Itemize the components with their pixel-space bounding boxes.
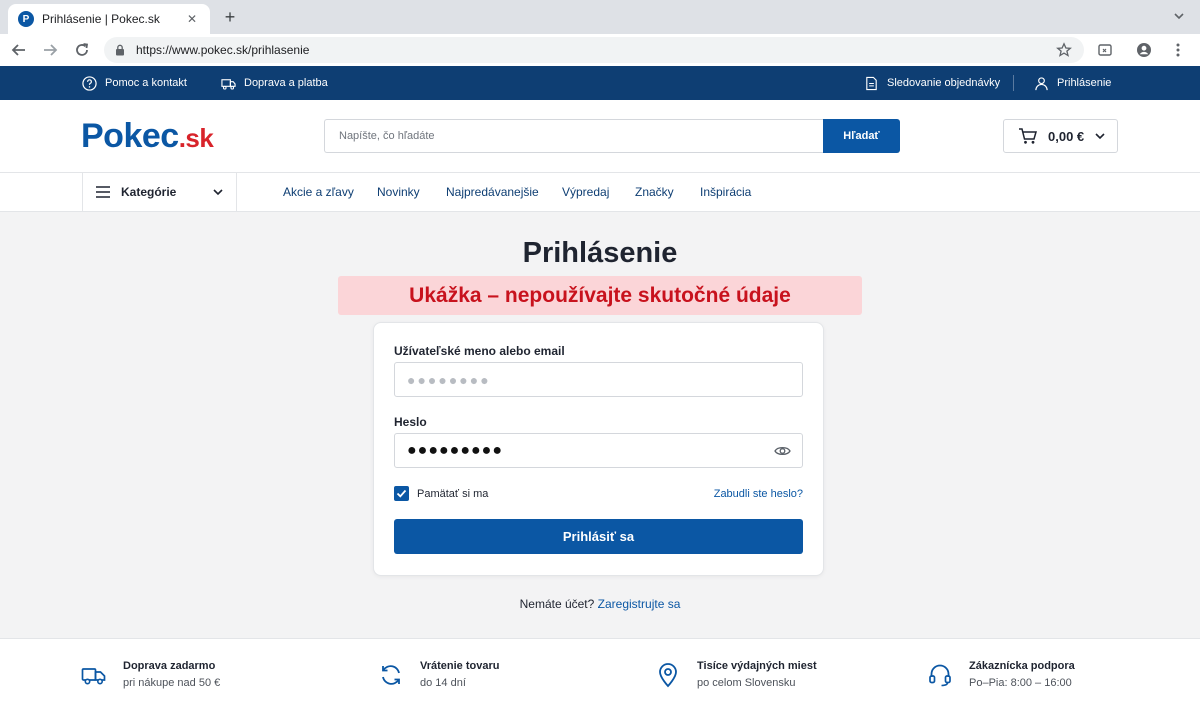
demo-warning-banner: Ukážka – nepoužívajte skutočné údaje — [338, 276, 862, 315]
cart-button[interactable]: 0,00 € — [1003, 119, 1118, 153]
topbar-divider — [1013, 75, 1014, 91]
reload-icon[interactable] — [73, 41, 91, 59]
favicon-icon: P — [18, 11, 34, 27]
benefit-title: Doprava zadarmo — [123, 660, 216, 672]
kebab-menu-icon[interactable] — [1170, 42, 1186, 58]
tab-title: Prihlásenie | Pokec.sk — [42, 12, 160, 26]
nav-link-novinky[interactable]: Novinky — [377, 173, 420, 211]
order-tracking-label: Sledovanie objednávky — [887, 77, 1001, 89]
bookmark-star-icon[interactable] — [1056, 42, 1072, 58]
login-link-label: Prihlásenie — [1057, 77, 1112, 89]
new-tab-icon[interactable]: + — [220, 7, 240, 27]
truck-icon — [81, 668, 106, 685]
search-placeholder: Napíšte, čo hľadáte — [339, 130, 435, 142]
categories-dropdown[interactable]: Kategórie — [82, 173, 237, 211]
help-contact-link[interactable]: Pomoc a kontakt — [82, 66, 187, 100]
no-account-text: Nemáte účet? — [519, 597, 595, 611]
benefit-free-shipping: Doprava zadarmo pri nákupe nad 50 € — [81, 660, 220, 689]
site-logo[interactable]: Pokec.sk — [81, 117, 214, 156]
help-circle-icon — [82, 75, 97, 91]
login-submit-button[interactable]: Prihlásiť sa — [394, 519, 803, 554]
nav-link-akcie[interactable]: Akcie a zľavy — [283, 173, 354, 211]
logo-tld-text: .sk — [178, 123, 214, 153]
login-link[interactable]: Prihlásenie — [1034, 66, 1111, 100]
search-input[interactable]: Napíšte, čo hľadáte — [324, 119, 824, 153]
document-icon — [866, 76, 877, 90]
profile-icon[interactable] — [1136, 42, 1152, 58]
benefit-subtitle: Po–Pia: 8:00 – 16:00 — [969, 677, 1072, 689]
shipping-payment-link[interactable]: Doprava a platba — [221, 66, 328, 100]
forward-arrow-icon[interactable] — [41, 41, 59, 59]
search-button[interactable]: Hľadať — [823, 119, 900, 153]
username-label: Užívateľské meno alebo email — [394, 344, 565, 358]
nav-link-vypredaj[interactable]: Výpredaj — [562, 173, 609, 211]
tab-search-chevron-icon[interactable] — [1172, 9, 1186, 23]
password-masked-value: ●●●●●●●●● — [407, 441, 503, 459]
refresh-icon — [382, 665, 400, 685]
page-title: Prihlásenie — [522, 237, 678, 269]
cart-icon — [1019, 128, 1037, 144]
hamburger-menu-icon — [96, 186, 110, 198]
benefit-subtitle: do 14 dní — [420, 677, 466, 689]
order-tracking-link[interactable]: Sledovanie objednávky — [864, 66, 1000, 100]
password-label: Heslo — [394, 415, 427, 429]
remember-me-label: Pamätať si ma — [417, 487, 489, 500]
login-form: Užívateľské meno alebo email ●●●●●●●● He… — [373, 322, 824, 576]
nav-link-inspiracia[interactable]: Inšpirácia — [700, 173, 751, 211]
site-header: Pokec.sk Napíšte, čo hľadáte Hľadať 0,00… — [0, 100, 1200, 172]
lock-icon — [116, 44, 124, 56]
browser-tab-strip: P Prihlásenie | Pokec.sk ✕ + — [0, 0, 1200, 34]
remember-me-checkbox[interactable] — [394, 486, 409, 501]
categories-label: Kategórie — [121, 185, 177, 199]
url-text: https://www.pokec.sk/prihlasenie — [136, 43, 310, 57]
benefit-subtitle: pri nákupe nad 50 € — [123, 677, 221, 689]
nav-link-najpredavanejsie[interactable]: Najpredávanejšie — [446, 173, 539, 211]
back-arrow-icon[interactable] — [10, 41, 28, 59]
nav-link-znacky[interactable]: Značky — [635, 173, 674, 211]
benefit-subtitle: po celom Slovensku — [697, 677, 796, 689]
benefit-returns: Vrátenie tovaru do 14 dní — [378, 660, 499, 689]
benefit-customer-support: Zákaznícka podpora Po–Pia: 8:00 – 16:00 — [927, 660, 1075, 689]
username-field[interactable]: ●●●●●●●● — [394, 362, 803, 397]
forgot-password-link[interactable]: Zabudli ste heslo? — [714, 488, 803, 500]
cart-total: 0,00 € — [1048, 128, 1085, 144]
chevron-down-icon — [213, 189, 223, 196]
username-masked-value: ●●●●●●●● — [407, 371, 491, 388]
headset-icon — [929, 664, 951, 687]
show-password-eye-icon[interactable] — [774, 444, 791, 458]
benefits-bar: Doprava zadarmo pri nákupe nad 50 € Vrát… — [0, 638, 1200, 720]
benefit-title: Zákaznícka podpora — [969, 660, 1075, 672]
checkmark-icon — [396, 489, 407, 498]
category-nav: Kategórie Akcie a zľavy Novinky Najpredá… — [0, 172, 1200, 212]
url-bar[interactable]: https://www.pokec.sk/prihlasenie — [104, 37, 1084, 63]
benefit-title: Tisíce výdajných miest — [697, 660, 817, 672]
chevron-down-icon — [1095, 133, 1105, 140]
benefit-pickup-points: Tisíce výdajných miest po celom Slovensk… — [655, 660, 817, 689]
top-info-bar: Pomoc a kontakt Doprava a platba Sledova… — [0, 66, 1200, 100]
truck-icon — [221, 78, 236, 90]
map-pin-icon — [659, 663, 677, 688]
remember-me[interactable]: Pamätať si ma — [394, 486, 488, 501]
password-field[interactable]: ●●●●●●●●● — [394, 433, 803, 468]
browser-tab[interactable]: P Prihlásenie | Pokec.sk ✕ — [8, 4, 210, 34]
user-icon — [1035, 76, 1048, 90]
register-link[interactable]: Zaregistrujte sa — [598, 597, 681, 611]
benefit-title: Vrátenie tovaru — [420, 660, 500, 672]
shipping-payment-label: Doprava a platba — [244, 77, 328, 89]
logo-main-text: Pokec — [81, 117, 179, 155]
register-prompt: Nemáte účet? Zaregistrujte sa — [0, 597, 1200, 611]
browser-toolbar: https://www.pokec.sk/prihlasenie — [0, 34, 1200, 66]
tab-close-icon[interactable]: ✕ — [184, 12, 200, 26]
cast-icon[interactable] — [1097, 42, 1113, 58]
help-contact-label: Pomoc a kontakt — [105, 77, 187, 89]
